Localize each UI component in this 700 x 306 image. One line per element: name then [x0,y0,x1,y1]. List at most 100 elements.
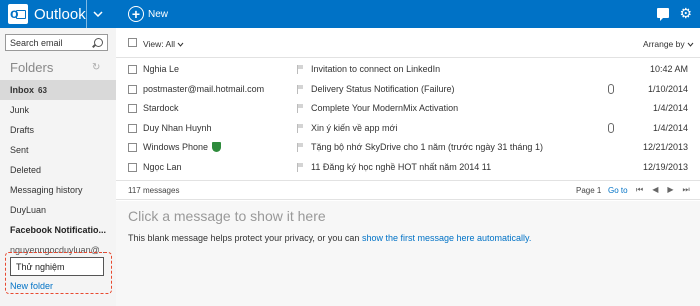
message-checkbox[interactable] [128,104,137,113]
new-folder-input[interactable] [10,257,104,276]
folder-label: Deleted [10,165,42,175]
message-checkbox[interactable] [128,143,137,152]
reading-pane: Click a message to show it here This bla… [116,201,700,306]
flag-icon[interactable] [297,162,303,172]
search-input[interactable] [6,35,88,50]
gear-icon[interactable]: ⚙ [679,6,692,20]
attachment-icon [608,122,614,133]
folder-inbox[interactable]: Inbox 63 [0,80,116,100]
reading-pane-title: Click a message to show it here [128,208,326,224]
arrange-by[interactable]: Arrange by [643,39,694,49]
message-list: Nghia Le Invitation to connect on Linked… [116,59,700,176]
message-checkbox[interactable] [128,84,137,94]
outlook-logo-icon [8,4,28,24]
flag-icon[interactable] [297,143,303,152]
folder-label: Junk [10,105,30,115]
arrange-by-label: Arrange by [643,39,685,49]
message-subject: Complete Your ModernMix Activation [311,103,459,113]
attachment-icon [608,83,614,94]
sidebar: Folders ↻ Inbox 63 Junk Drafts Sent Delet… [0,28,116,306]
first-page-icon[interactable]: ⏮ [636,185,643,195]
folder-sent[interactable]: Sent [0,140,116,160]
folders-heading: Folders [10,60,54,75]
select-all-checkbox[interactable] [128,38,137,47]
prev-page-icon[interactable]: ◀ [652,185,658,195]
flag-icon[interactable] [297,65,303,74]
folder-label: Facebook Notificatio... [10,225,107,235]
unread-count: 63 [38,86,47,95]
message-row[interactable]: Ngọc Lan 11 Đăng ký học nghề HOT nhất nă… [116,157,700,177]
list-toolbar: View: All Arrange by [116,28,700,58]
view-filter[interactable]: View: All [143,39,184,49]
message-sender: Ngọc Lan [143,161,182,172]
message-subject: Delivery Status Notification (Failure) [311,83,455,94]
goto-link[interactable]: Go to [608,186,628,195]
folder-label: DuyLuan [10,205,47,215]
message-date: 1/4/2014 [652,103,688,113]
main-pane: View: All Arrange by Nghia Le Invitation… [116,28,700,306]
last-page-icon[interactable]: ⏭ [683,185,690,195]
shield-icon [212,142,222,152]
flag-icon[interactable] [297,104,303,113]
pager: ⏮ ◀ ▶ ⏭ [636,185,690,195]
search-icon[interactable] [94,38,103,47]
list-footer: 117 messages Page 1 Go to ⏮ ◀ ▶ ⏭ [116,180,700,200]
flag-icon[interactable] [297,84,303,94]
message-row[interactable]: postmaster@mail.hotmail.com Delivery Sta… [116,79,700,99]
message-row[interactable]: Duy Nhan Huynh Xin ý kiến về app mới 1/4… [116,118,700,138]
app-switcher-button[interactable] [86,0,108,28]
message-sender: Duy Nhan Huynh [143,122,212,133]
flag-icon[interactable] [297,123,303,133]
new-message-button[interactable]: + New [128,5,168,23]
message-sender: Nghia Le [143,64,180,74]
message-subject: 11 Đăng ký học nghề HOT nhất năm 2014 11 [311,161,492,172]
reading-pane-note: This blank message helps protect your pr… [128,233,531,243]
chat-icon[interactable] [657,8,670,21]
folder-messaging-history[interactable]: Messaging history [0,180,116,200]
folder-facebook-notifications[interactable]: Facebook Notificatio... [0,220,116,240]
message-sender: Stardock [143,103,179,113]
folder-list: Inbox 63 Junk Drafts Sent Deleted Messagi… [0,80,116,260]
message-subject: Xin ý kiến về app mới [311,122,398,133]
folder-duyluan[interactable]: DuyLuan [0,200,116,220]
next-page-icon[interactable]: ▶ [667,185,673,195]
chevron-down-icon [687,42,694,47]
message-checkbox[interactable] [128,65,137,74]
folder-label: Sent [10,145,29,155]
top-bar: Outlook + New ⚙ [0,0,700,28]
view-filter-label: View: All [143,39,175,49]
folder-drafts[interactable]: Drafts [0,120,116,140]
top-icons: ⚙ [657,6,692,21]
show-first-message-link[interactable]: show the first message here automaticall… [362,233,531,243]
message-row[interactable]: Nghia Le Invitation to connect on Linked… [116,59,700,79]
message-row[interactable]: Stardock Complete Your ModernMix Activat… [116,98,700,118]
message-date: 12/21/2013 [642,142,688,152]
message-subject: Invitation to connect on LinkedIn [311,64,441,74]
message-date: 12/19/2013 [642,161,688,172]
page-label: Page 1 [576,186,602,195]
message-checkbox[interactable] [128,123,137,133]
chevron-down-icon [177,42,184,47]
message-date: 1/10/2014 [647,83,688,94]
message-count: 117 messages [128,186,180,195]
folder-deleted[interactable]: Deleted [0,160,116,180]
folder-label: Inbox [10,85,34,95]
plus-icon: + [128,6,144,22]
folder-label: Messaging history [10,185,83,195]
chevron-down-icon [92,11,103,17]
message-subject: Tặng bộ nhớ SkyDrive cho 1 năm (trước ng… [311,142,543,152]
app-title: Outlook [34,5,86,23]
message-sender: Windows Phone [143,142,222,152]
refresh-icon[interactable]: ↻ [92,62,100,73]
folder-label: Drafts [10,125,35,135]
message-date: 1/4/2014 [652,122,688,133]
message-checkbox[interactable] [128,162,137,172]
sender-name: Windows Phone [143,142,209,152]
message-row[interactable]: Windows Phone Tặng bộ nhớ SkyDrive cho 1… [116,137,700,157]
folder-junk[interactable]: Junk [0,100,116,120]
new-label: New [148,8,169,20]
search-box [5,34,108,51]
privacy-note: This blank message helps protect your pr… [128,233,362,243]
message-date: 10:42 AM [649,64,688,74]
new-folder-link[interactable]: New folder [10,281,53,291]
